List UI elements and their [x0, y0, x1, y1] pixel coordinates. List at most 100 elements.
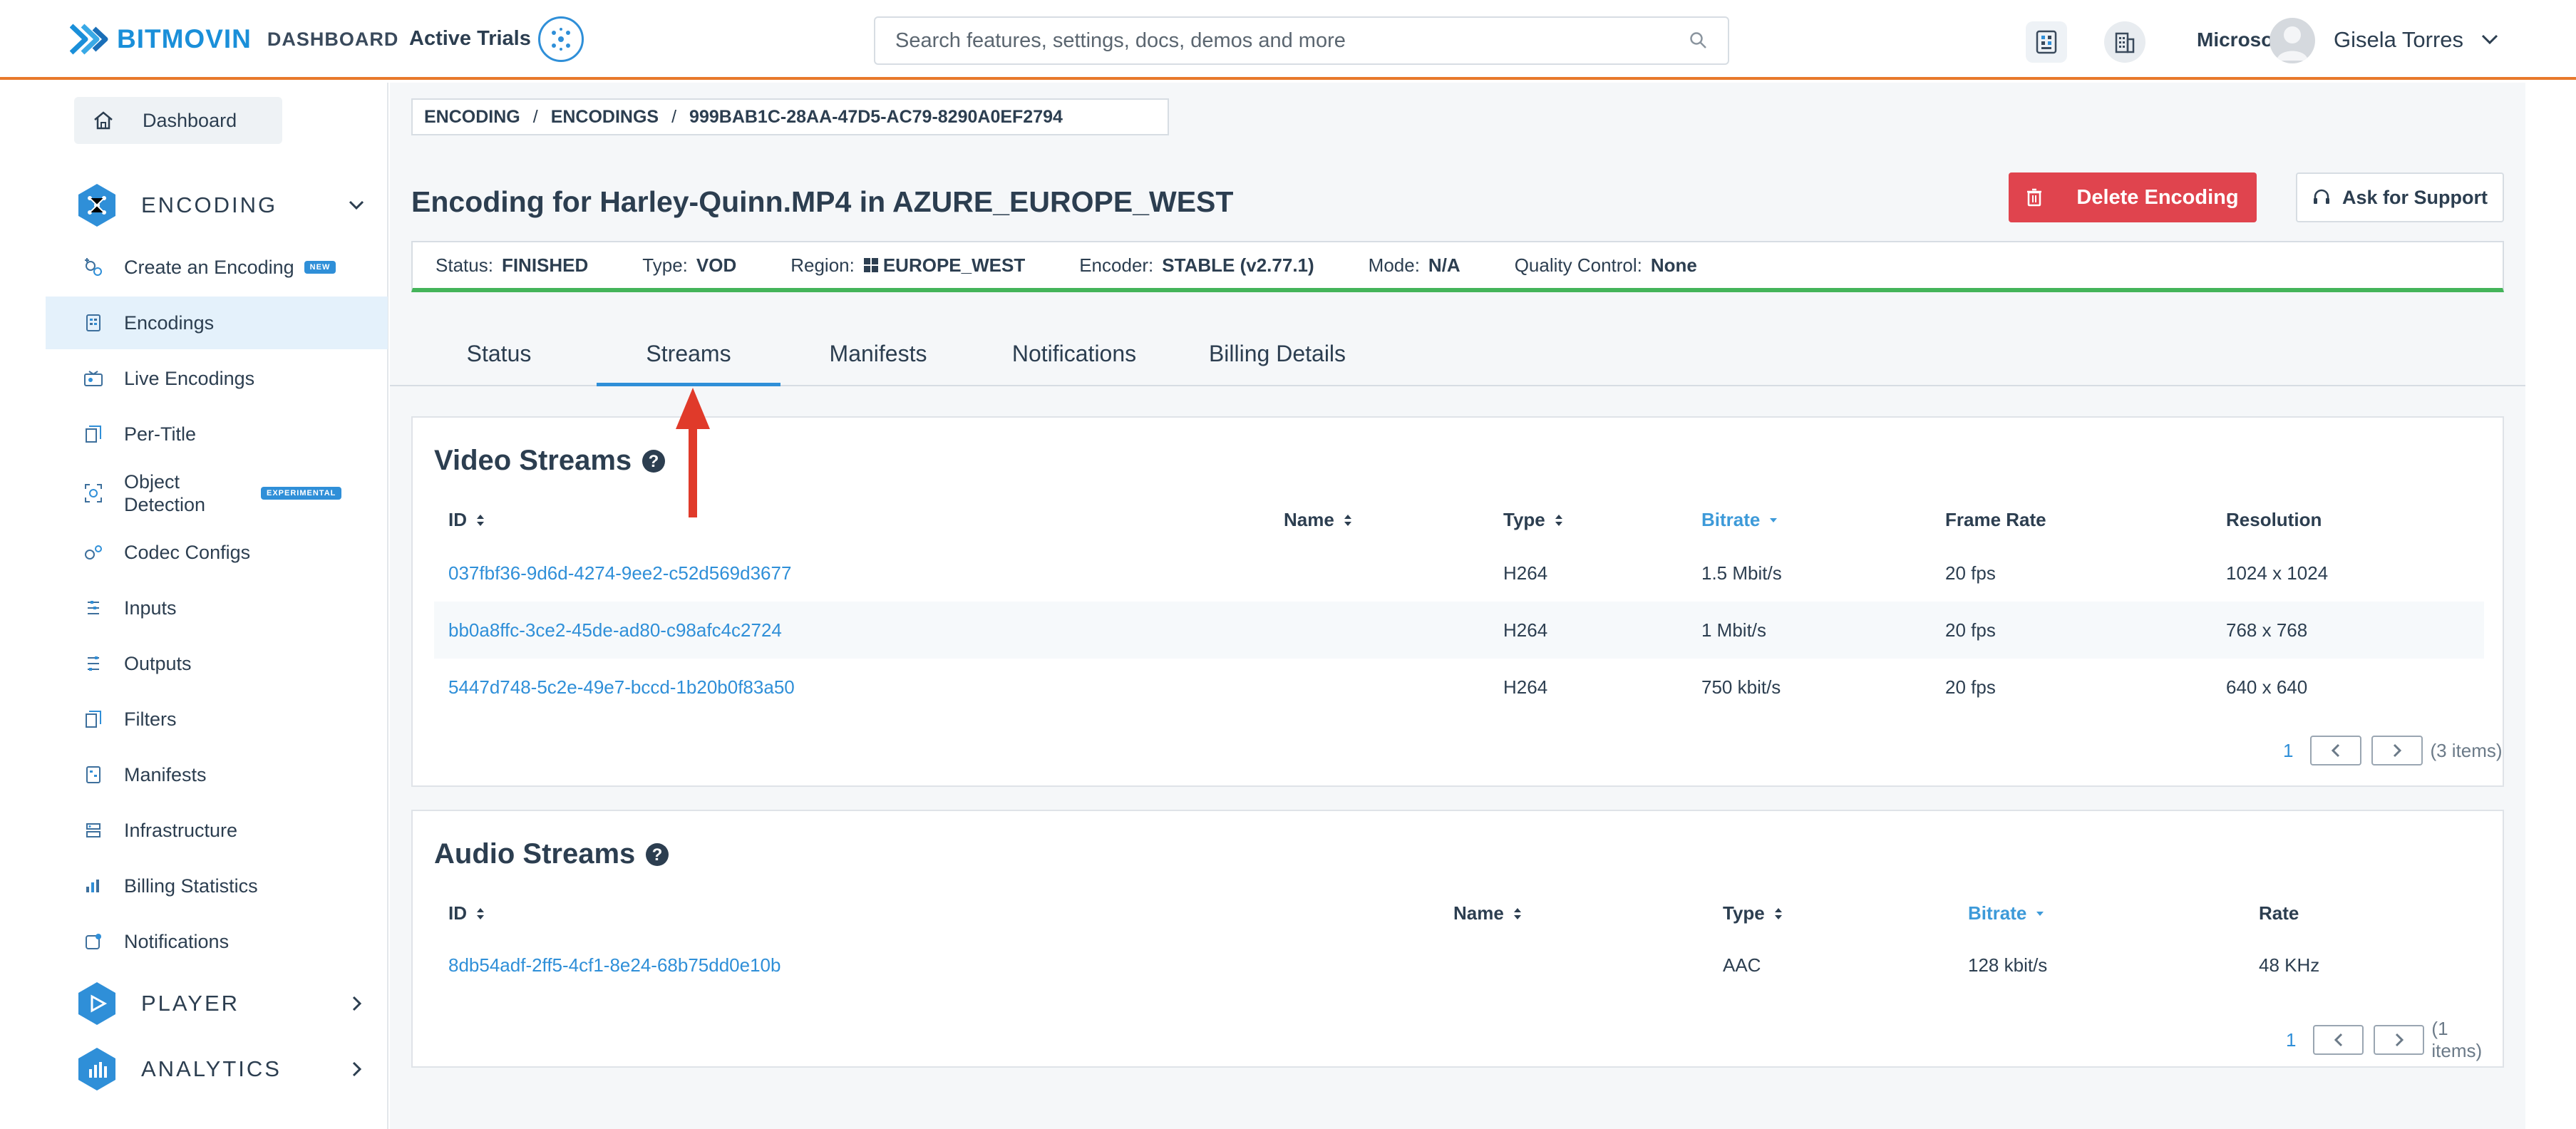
card-title-text: Audio Streams	[434, 838, 636, 870]
home-icon	[94, 111, 113, 130]
chevron-down-icon	[349, 200, 364, 210]
column-label: Name	[1453, 902, 1504, 924]
tab-streams[interactable]: Streams	[597, 332, 780, 386]
column-header-type[interactable]: Type	[1503, 509, 1564, 531]
sidebar-item-infrastructure[interactable]: Infrastructure	[46, 804, 388, 857]
new-badge: NEW	[304, 261, 336, 274]
stream-resolution: 640 x 640	[2226, 676, 2308, 698]
previous-page-button[interactable]	[2310, 736, 2362, 765]
column-label: Frame Rate	[1945, 509, 2046, 530]
sidebar-item-filters[interactable]: Filters	[46, 693, 388, 746]
encoding-section-icon	[74, 182, 120, 228]
sidebar-item-billing-statistics[interactable]: Billing Statistics	[46, 860, 388, 912]
sidebar-item-label: Inputs	[124, 597, 177, 619]
stream-id-link[interactable]: 5447d748-5c2e-49e7-bccd-1b20b0f83a50	[448, 659, 795, 716]
logo-text: BITMOVIN	[117, 24, 252, 53]
stream-id-link[interactable]: bb0a8ffc-3ce2-45de-ad80-c98afc4c2724	[448, 602, 782, 659]
chevron-down-icon[interactable]	[2479, 29, 2500, 50]
delete-button-label: Delete Encoding	[2076, 185, 2239, 209]
stream-id-link[interactable]: 037fbf36-9d6d-4274-9ee2-c52d569d3677	[448, 545, 791, 602]
object-detection-icon	[83, 483, 104, 503]
previous-page-button[interactable]	[2313, 1025, 2364, 1055]
sidebar-item-live-encodings[interactable]: Live Encodings	[46, 352, 388, 405]
encodings-icon	[83, 314, 104, 332]
sidebar-item-outputs[interactable]: Outputs	[46, 637, 388, 690]
sidebar-item-object-detection[interactable]: Object Detection EXPERIMENTAL	[46, 463, 388, 523]
stream-frame-rate: 20 fps	[1945, 676, 1996, 698]
column-label: Type	[1723, 902, 1765, 924]
column-header-name[interactable]: Name	[1453, 902, 1523, 924]
sidebar-item-label: Filters	[124, 708, 177, 730]
column-header-name[interactable]: Name	[1284, 509, 1353, 531]
column-header-bitrate[interactable]: Bitrate	[1968, 902, 2045, 924]
search-icon[interactable]	[1689, 31, 1708, 50]
sidebar-item-notifications[interactable]: Notifications	[46, 915, 388, 968]
column-header-bitrate[interactable]: Bitrate	[1701, 509, 1778, 531]
search-input[interactable]	[895, 29, 1689, 53]
svg-text:?: ?	[652, 845, 663, 865]
type-field: Type: VOD	[642, 254, 736, 277]
bitmovin-logo[interactable]: BITMOVIN DASHBOARD	[70, 21, 398, 57]
video-pagination: 1 (3 items)	[2283, 736, 2503, 765]
breadcrumb-encoding[interactable]: ENCODING	[424, 107, 520, 128]
sidebar: Dashboard ENCODING Create an Encoding NE…	[0, 83, 388, 1129]
next-page-button[interactable]	[2374, 1025, 2425, 1055]
mode-label: Mode:	[1368, 254, 1420, 276]
mode-value: N/A	[1428, 254, 1460, 276]
bitmovin-logo-icon	[70, 24, 108, 55]
item-count: (1 items)	[2431, 1018, 2483, 1061]
column-header-type[interactable]: Type	[1723, 902, 1783, 924]
sidebar-section-analytics[interactable]: ANALYTICS	[74, 1046, 366, 1092]
sidebar-item-inputs[interactable]: Inputs	[46, 582, 388, 634]
active-trials-link[interactable]: Active Trials	[409, 27, 531, 51]
sidebar-item-codec-configs[interactable]: Codec Configs	[46, 526, 388, 579]
current-page[interactable]: 1	[2283, 740, 2293, 762]
tab-notifications[interactable]: Notifications	[974, 332, 1174, 386]
breadcrumb: ENCODING / ENCODINGS / 999BAB1C-28AA-47D…	[411, 98, 1169, 135]
sidebar-section-encoding[interactable]: ENCODING	[74, 182, 366, 228]
stream-bitrate: 1 Mbit/s	[1701, 619, 1767, 641]
sidebar-item-dashboard[interactable]: Dashboard	[74, 97, 282, 144]
app-switcher-icon[interactable]	[2026, 21, 2067, 63]
stream-id-link[interactable]: 8db54adf-2ff5-4cf1-8e24-68b75dd0e10b	[448, 937, 780, 994]
status-label: Status:	[436, 254, 493, 276]
status-value: FINISHED	[501, 254, 589, 276]
help-icon[interactable]: ?	[645, 842, 669, 867]
breadcrumb-encodings[interactable]: ENCODINGS	[551, 107, 659, 128]
stream-type: H264	[1503, 619, 1548, 641]
sort-icon	[477, 514, 484, 526]
column-header-id[interactable]: ID	[448, 902, 485, 924]
organization-building-icon[interactable]	[2104, 21, 2145, 63]
headset-icon	[2313, 189, 2329, 204]
experimental-badge: EXPERIMENTAL	[261, 487, 342, 500]
chevron-right-icon	[352, 1061, 362, 1077]
next-page-button[interactable]	[2371, 736, 2423, 765]
create-encoding-icon	[83, 257, 104, 277]
sidebar-item-label: Infrastructure	[124, 819, 238, 841]
sidebar-item-label: Live Encodings	[124, 367, 255, 389]
top-bar: BITMOVIN DASHBOARD Active Trials Search …	[0, 0, 2576, 80]
help-icon[interactable]: ?	[642, 449, 666, 473]
sidebar-item-create-encoding[interactable]: Create an Encoding NEW	[46, 241, 388, 294]
tab-billing-details[interactable]: Billing Details	[1174, 332, 1381, 386]
current-page[interactable]: 1	[2286, 1029, 2296, 1051]
tab-manifests[interactable]: Manifests	[803, 332, 953, 386]
sidebar-item-manifests[interactable]: Manifests	[46, 748, 388, 801]
sort-icon	[477, 907, 484, 919]
sidebar-item-encodings[interactable]: Encodings	[46, 297, 388, 349]
column-header-id[interactable]: ID	[448, 509, 485, 531]
sort-icon	[1555, 514, 1562, 526]
sidebar-section-player[interactable]: PLAYER	[74, 981, 366, 1026]
global-search[interactable]	[874, 16, 1729, 65]
delete-encoding-button[interactable]: Delete Encoding	[2009, 172, 2257, 222]
user-name[interactable]: Gisela Torres	[2334, 27, 2463, 53]
sidebar-item-label: Notifications	[124, 930, 230, 952]
sidebar-item-per-title[interactable]: Per-Title	[46, 408, 388, 460]
user-avatar[interactable]	[2270, 18, 2315, 63]
chevron-left-icon	[2334, 1033, 2343, 1047]
ask-for-support-button[interactable]: Ask for Support	[2296, 172, 2504, 222]
tab-status[interactable]: Status	[431, 332, 567, 386]
trials-network-icon[interactable]	[538, 16, 584, 62]
encoding-tabs: Status Streams Manifests Notifications B…	[390, 332, 2525, 386]
card-title-text: Video Streams	[434, 445, 632, 476]
